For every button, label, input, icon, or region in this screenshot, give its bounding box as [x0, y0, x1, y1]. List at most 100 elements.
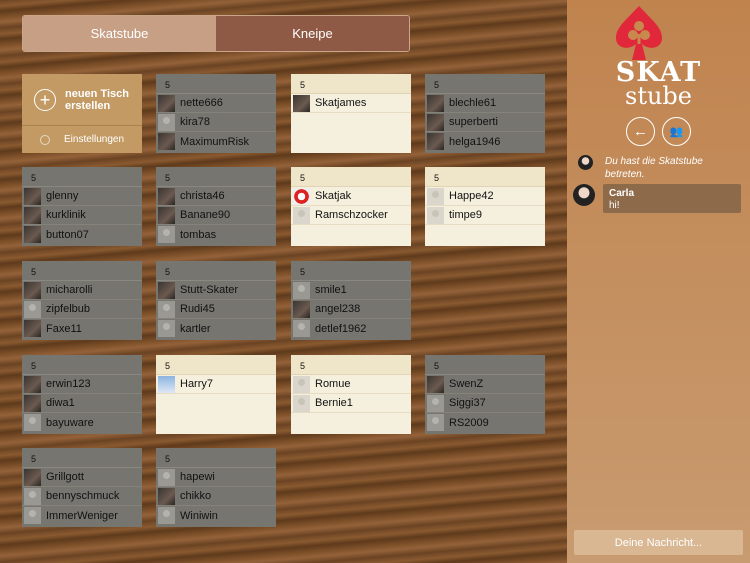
player-name: Rudi45: [180, 303, 215, 315]
avatar: [158, 206, 175, 224]
gear-icon: [40, 134, 50, 145]
avatar: [158, 375, 175, 393]
game-table[interactable]: 5 smile1 angel238 detlef1962: [291, 261, 411, 340]
avatar: [158, 133, 175, 150]
player-name: kira78: [180, 116, 210, 128]
game-table[interactable]: 5 Stutt-Skater Rudi45 kartler: [156, 261, 276, 340]
table-seat: ImmerWeniger: [22, 506, 142, 525]
player-name: Faxe11: [46, 322, 82, 335]
avatar: [573, 184, 595, 206]
chat-message: Carla hi!: [573, 184, 741, 213]
avatar: [158, 94, 175, 112]
table-seat: christa46: [156, 187, 276, 206]
avatar: [24, 187, 41, 205]
settings-button[interactable]: Einstellungen: [22, 126, 142, 153]
avatar: [293, 375, 310, 393]
players-button[interactable]: 👥: [662, 117, 691, 146]
avatar: [24, 507, 41, 524]
tab-skatstube[interactable]: Skatstube: [23, 16, 216, 51]
game-table[interactable]: 5 hapewi chikko Winiwin: [156, 448, 276, 527]
new-table-label: neuen Tisch erstellen: [65, 87, 129, 112]
avatar: [24, 375, 41, 393]
tab-kneipe[interactable]: Kneipe: [216, 16, 409, 51]
new-table-button[interactable]: + neuen Tisch erstellen: [22, 74, 142, 126]
avatar: [24, 206, 41, 224]
avatar: [158, 300, 175, 318]
table-seat: Ramschzocker: [291, 206, 411, 225]
avatar: [427, 94, 444, 112]
game-table[interactable]: 5 erwin123 diwa1 bayuware: [22, 355, 142, 434]
game-table[interactable]: 5 christa46 Banane90 tombas: [156, 167, 276, 246]
table-seat: Stutt-Skater: [156, 281, 276, 300]
player-name: hapewi: [180, 471, 215, 483]
game-table[interactable]: 5 blechle61 superberti helga1946: [425, 74, 545, 153]
avatar: [24, 394, 41, 412]
game-table[interactable]: 5 Romue Bernie1: [291, 355, 411, 434]
chat-text: hi!: [609, 200, 620, 211]
player-name: nette666: [180, 97, 223, 109]
message-input[interactable]: Deine Nachricht...: [574, 530, 743, 555]
game-table[interactable]: 5 Skatjak Ramschzocker: [291, 167, 411, 246]
table-seat: timpe9: [425, 206, 545, 225]
table-player-count: 5: [22, 167, 142, 187]
settings-label: Einstellungen: [64, 134, 125, 145]
avatar: [427, 206, 444, 224]
table-player-count: 5: [425, 74, 545, 94]
player-name: superberti: [449, 116, 498, 128]
avatar: [427, 187, 444, 205]
table-player-count: 5: [291, 74, 411, 94]
player-name: Siggi37: [449, 397, 486, 409]
player-name: Romue: [315, 378, 351, 390]
player-name: bennyschmuck: [46, 490, 120, 502]
table-player-count: 5: [291, 355, 411, 375]
avatar: [293, 300, 310, 318]
player-name: bayuware: [46, 416, 94, 429]
player-name: Stutt-Skater: [180, 284, 239, 296]
game-table[interactable]: 5 SwenZ Siggi37 RS2009: [425, 355, 545, 434]
player-name: timpe9: [449, 209, 483, 221]
player-name: kurklinik: [46, 209, 86, 221]
avatar: [24, 414, 41, 431]
player-name: erwin123: [46, 378, 91, 390]
game-table[interactable]: 5 nette666 kira78 MaximumRisk: [156, 74, 276, 153]
avatar: [158, 487, 175, 505]
table-player-count: 5: [22, 355, 142, 375]
avatar: [24, 300, 41, 318]
game-table[interactable]: 5 micharolli zipfelbub Faxe11: [22, 261, 142, 340]
table-seat: Grillgott: [22, 468, 142, 487]
table-player-count: 5: [156, 261, 276, 281]
game-table[interactable]: 5 Grillgott bennyschmuck ImmerWeniger: [22, 448, 142, 527]
avatar: [293, 94, 310, 112]
player-name: detlef1962: [315, 322, 367, 335]
brand-subtitle: stube: [625, 82, 692, 110]
lobby-menu: + neuen Tisch erstellen Einstellungen: [22, 74, 142, 153]
table-seat: MaximumRisk: [156, 132, 276, 151]
table-seat: Faxe11: [22, 319, 142, 338]
player-name: SwenZ: [449, 378, 484, 390]
table-seat: kartler: [156, 319, 276, 338]
player-name: diwa1: [46, 397, 75, 409]
table-seat: SwenZ: [425, 375, 545, 394]
game-table[interactable]: 5 glenny kurklinik button07: [22, 167, 142, 246]
player-name: Skatjak: [315, 190, 352, 202]
game-table[interactable]: 5 Happe42 timpe9: [425, 167, 545, 246]
avatar: [293, 320, 310, 337]
table-seat: erwin123: [22, 375, 142, 394]
player-name: Ramschzocker: [315, 209, 388, 221]
table-seat: nette666: [156, 94, 276, 113]
table-seat: diwa1: [22, 394, 142, 413]
table-seat: Winiwin: [156, 506, 276, 525]
player-name: kartler: [180, 322, 211, 335]
table-seat: Bernie1: [291, 394, 411, 413]
table-player-count: 5: [156, 355, 276, 375]
system-message: Du hast die Skatstube betreten.: [578, 155, 735, 181]
table-seat: micharolli: [22, 281, 142, 300]
game-table[interactable]: 5 Skatjames: [291, 74, 411, 153]
table-seat: angel238: [291, 300, 411, 319]
avatar: [158, 507, 175, 524]
table-seat: glenny: [22, 187, 142, 206]
avatar: [158, 320, 175, 337]
game-table[interactable]: 5 Harry7: [156, 355, 276, 434]
back-button[interactable]: ←: [626, 117, 655, 146]
avatar: [158, 468, 175, 486]
